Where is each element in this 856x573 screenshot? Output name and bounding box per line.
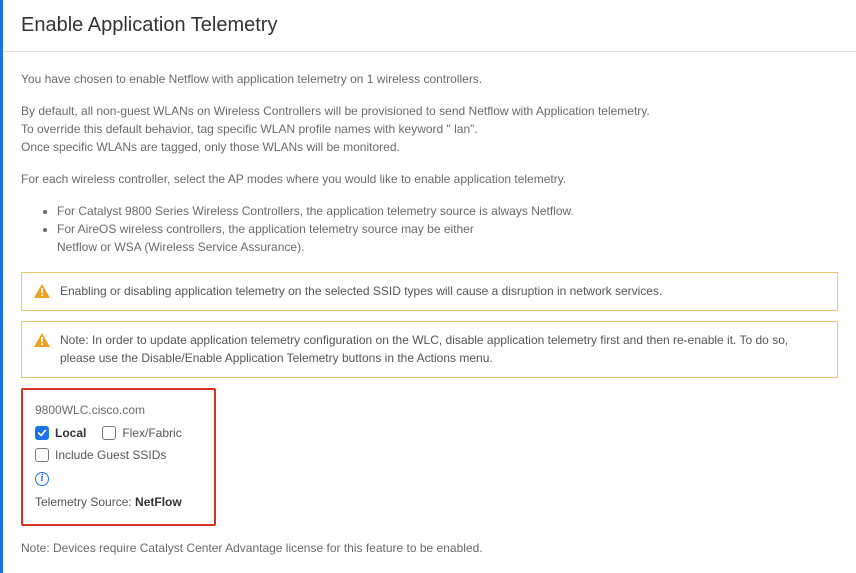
warning-icon	[34, 284, 50, 298]
telemetry-source-label: Telemetry Source:	[35, 495, 135, 509]
intro-line-1: You have chosen to enable Netflow with a…	[21, 70, 838, 88]
bullet-list: For Catalyst 9800 Series Wireless Contro…	[21, 202, 838, 256]
intro-line-3-text: For each wireless controller, select the…	[21, 170, 838, 188]
checkbox-include-guest-ssids[interactable]: Include Guest SSIDs	[35, 445, 166, 465]
intro-block-2: By default, all non-guest WLANs on Wirel…	[21, 102, 838, 156]
checkbox-local[interactable]: Local	[35, 423, 86, 443]
ap-mode-row: Local Flex/Fabric	[35, 423, 202, 443]
device-hostname: 9800WLC.cisco.com	[35, 400, 202, 420]
license-footnote: Note: Devices require Catalyst Center Ad…	[21, 540, 838, 557]
content: You have chosen to enable Netflow with a…	[3, 52, 856, 573]
bullet-2: For AireOS wireless controllers, the app…	[57, 220, 838, 256]
intro-line-2c: Once specific WLANs are tagged, only tho…	[21, 138, 838, 156]
intro-line-2b: To override this default behavior, tag s…	[21, 120, 838, 138]
checkbox-box	[35, 426, 49, 440]
intro-line-3: For each wireless controller, select the…	[21, 170, 838, 188]
bullet-1: For Catalyst 9800 Series Wireless Contro…	[57, 202, 838, 220]
warning-alert-update-note: Note: In order to update application tel…	[21, 321, 838, 378]
checkbox-flex-label: Flex/Fabric	[122, 423, 181, 443]
info-row: i	[35, 467, 202, 487]
header: Enable Application Telemetry	[3, 0, 856, 52]
intro-line-2a: By default, all non-guest WLANs on Wirel…	[21, 102, 838, 120]
device-panel: 9800WLC.cisco.com Local Flex/Fabric Incl…	[21, 388, 216, 526]
warning-alert-text: Note: In order to update application tel…	[60, 332, 825, 367]
checkbox-box	[35, 448, 49, 462]
guest-row: Include Guest SSIDs	[35, 445, 202, 465]
warning-alert-disruption: Enabling or disabling application teleme…	[21, 272, 838, 311]
page: Enable Application Telemetry You have ch…	[0, 0, 856, 573]
page-title: Enable Application Telemetry	[21, 14, 838, 37]
checkbox-guest-label: Include Guest SSIDs	[55, 445, 166, 465]
warning-alert-text: Enabling or disabling application teleme…	[60, 283, 825, 300]
intro-line-1-text: You have chosen to enable Netflow with a…	[21, 70, 838, 88]
checkbox-local-label: Local	[55, 423, 86, 443]
checkbox-flex-fabric[interactable]: Flex/Fabric	[102, 423, 181, 443]
bullet-2b: Netflow or WSA (Wireless Service Assuran…	[57, 240, 304, 254]
info-icon[interactable]: i	[35, 472, 49, 486]
warning-icon	[34, 333, 50, 347]
telemetry-source-line: Telemetry Source: NetFlow	[35, 492, 202, 512]
bullet-2a: For AireOS wireless controllers, the app…	[57, 222, 474, 236]
checkbox-box	[102, 426, 116, 440]
telemetry-source-value: NetFlow	[135, 495, 182, 509]
